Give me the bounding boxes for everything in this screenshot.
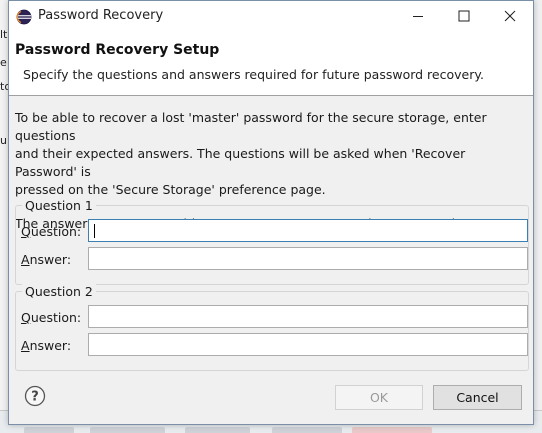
minimize-icon xyxy=(413,16,423,17)
background-app-edge xyxy=(533,0,542,433)
dialog-header: Password Recovery Setup Specify the ques… xyxy=(9,32,533,96)
header-description: Specify the questions and answers requir… xyxy=(23,67,484,82)
text-caret xyxy=(94,224,95,238)
close-button[interactable] xyxy=(487,1,533,31)
svg-text:?: ? xyxy=(31,390,39,405)
instructions-line: To be able to recover a lost 'master' pa… xyxy=(15,110,487,143)
cancel-button[interactable]: Cancel xyxy=(433,385,522,410)
question-1-input[interactable] xyxy=(88,219,528,242)
question-label: Question: xyxy=(21,310,82,325)
question-label: Question: xyxy=(21,224,82,239)
instructions-paragraph: To be able to recover a lost 'master' pa… xyxy=(15,109,525,199)
maximize-icon xyxy=(458,10,470,22)
background-tab xyxy=(352,427,432,433)
background-tab xyxy=(24,427,74,433)
help-icon[interactable]: ? xyxy=(24,385,46,407)
ok-button[interactable]: OK xyxy=(335,385,423,410)
answer-1-input[interactable] xyxy=(88,247,528,270)
background-tab xyxy=(90,427,165,433)
window-title: Password Recovery xyxy=(38,8,164,23)
answer-2-input[interactable] xyxy=(88,333,528,356)
question-2-group: Question 2 Question: Answer: xyxy=(15,284,529,371)
maximize-button[interactable] xyxy=(441,1,487,31)
group-label: Question 2 xyxy=(22,284,96,299)
header-title: Password Recovery Setup xyxy=(15,42,220,58)
background-tab xyxy=(185,427,250,433)
close-icon xyxy=(504,10,516,22)
background-tab xyxy=(272,427,342,433)
answer-label: Answer: xyxy=(21,252,72,267)
question-1-group: Question 1 Question: Answer: xyxy=(15,198,529,285)
password-recovery-dialog: Password Recovery Password Recovery Setu… xyxy=(8,0,534,425)
instructions-line: pressed on the 'Secure Storage' preferen… xyxy=(15,182,326,197)
eclipse-icon xyxy=(16,9,32,25)
instructions-line: and their expected answers. The question… xyxy=(15,146,466,179)
group-label: Question 1 xyxy=(22,198,96,213)
title-bar[interactable]: Password Recovery xyxy=(9,1,533,32)
answer-label: Answer: xyxy=(21,338,72,353)
question-2-input[interactable] xyxy=(88,305,528,328)
minimize-button[interactable] xyxy=(395,1,441,31)
